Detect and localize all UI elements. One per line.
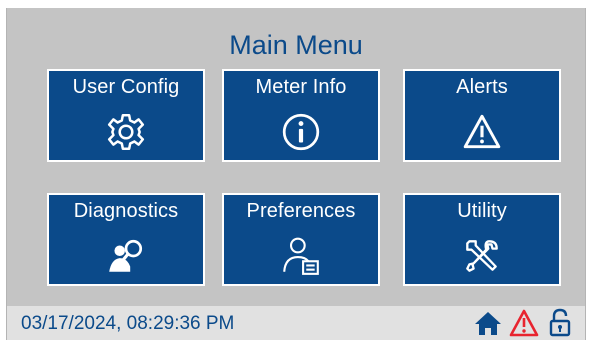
hmi-screen: Main Menu User Config Meter Info Alerts bbox=[6, 8, 586, 340]
meter-info-label: Meter Info bbox=[255, 76, 347, 98]
utility-label: Utility bbox=[457, 200, 507, 222]
diagnostics-label: Diagnostics bbox=[73, 200, 179, 222]
tools-icon bbox=[461, 235, 503, 277]
warning-icon bbox=[461, 111, 503, 153]
alerts-label: Alerts bbox=[456, 76, 508, 98]
user-config-label: User Config bbox=[72, 76, 180, 98]
datetime-readout: 03/17/2024, 08:29:36 PM bbox=[21, 313, 235, 334]
preferences-button[interactable]: Preferences bbox=[222, 193, 380, 286]
info-icon bbox=[280, 111, 322, 153]
home-icon[interactable] bbox=[474, 310, 502, 336]
unlock-icon[interactable] bbox=[548, 307, 572, 337]
magnifier-person-icon bbox=[105, 235, 147, 277]
alerts-button[interactable]: Alerts bbox=[403, 69, 561, 162]
user-config-button[interactable]: User Config bbox=[47, 69, 205, 162]
alarm-warning-icon[interactable] bbox=[509, 309, 539, 337]
user-settings-icon bbox=[280, 235, 322, 277]
utility-button[interactable]: Utility bbox=[403, 193, 561, 286]
page-title: Main Menu bbox=[229, 30, 363, 60]
status-bar: 03/17/2024, 08:29:36 PM bbox=[7, 306, 585, 340]
gear-icon bbox=[105, 111, 147, 153]
diagnostics-button[interactable]: Diagnostics bbox=[47, 193, 205, 286]
meter-info-button[interactable]: Meter Info bbox=[222, 69, 380, 162]
preferences-label: Preferences bbox=[246, 200, 356, 222]
